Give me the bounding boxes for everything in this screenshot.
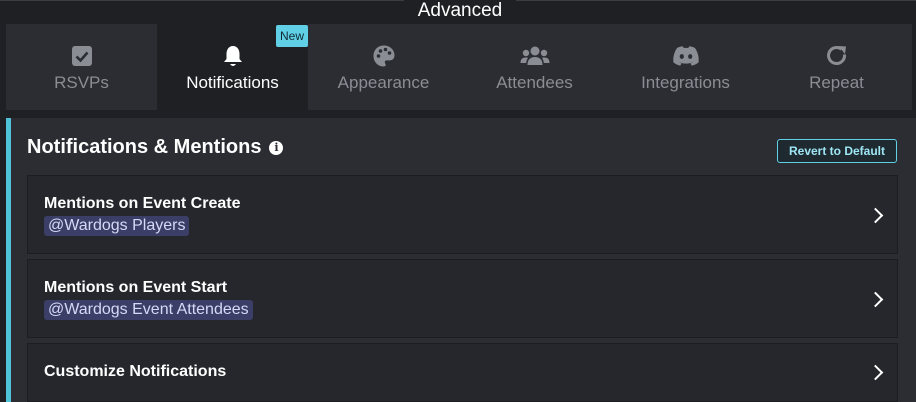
mention-pill: @Wardogs Players bbox=[44, 216, 190, 236]
discord-icon bbox=[672, 44, 700, 68]
mentions-on-event-start-row[interactable]: Mentions on Event Start @Wardogs Event A… bbox=[27, 259, 898, 338]
tab-attendees[interactable]: Attendees bbox=[459, 24, 610, 110]
tab-label: Repeat bbox=[809, 73, 864, 92]
section-title-text: Notifications & Mentions bbox=[27, 136, 262, 158]
row-title: Customize Notifications bbox=[44, 363, 227, 380]
tab-repeat[interactable]: Repeat bbox=[761, 24, 912, 110]
row-title: Mentions on Event Create bbox=[44, 195, 241, 212]
window-title: Advanced bbox=[404, 0, 516, 24]
customize-notifications-row[interactable]: Customize Notifications bbox=[27, 343, 898, 402]
mention-pill: @Wardogs Event Attendees bbox=[44, 300, 253, 320]
tab-label: RSVPs bbox=[54, 73, 109, 92]
new-badge: New bbox=[276, 25, 308, 47]
check-square-icon bbox=[71, 44, 93, 68]
settings-panel: Notifications & Mentions i Revert to Def… bbox=[6, 118, 916, 402]
section-title: Notifications & Mentions i bbox=[27, 136, 284, 159]
chevron-right-icon bbox=[867, 291, 884, 308]
chevron-right-icon bbox=[867, 364, 884, 381]
accent-bar bbox=[6, 118, 11, 402]
revert-to-default-button[interactable]: Revert to Default bbox=[777, 139, 897, 163]
repeat-icon bbox=[825, 44, 849, 68]
tab-rsvps[interactable]: RSVPs bbox=[6, 24, 157, 110]
users-icon bbox=[520, 44, 550, 68]
tab-label: Integrations bbox=[641, 73, 730, 92]
chevron-right-icon bbox=[867, 207, 884, 224]
palette-icon bbox=[372, 44, 396, 68]
tab-integrations[interactable]: Integrations bbox=[610, 24, 761, 110]
tab-label: Attendees bbox=[496, 73, 573, 92]
tab-bar: RSVPs Notifications New Appearance Atten… bbox=[6, 24, 916, 110]
info-icon[interactable]: i bbox=[269, 140, 284, 155]
tab-appearance[interactable]: Appearance bbox=[308, 24, 459, 110]
bell-icon bbox=[222, 44, 244, 68]
tab-label: Appearance bbox=[337, 73, 430, 92]
tab-label: Notifications bbox=[186, 73, 279, 92]
mentions-on-event-create-row[interactable]: Mentions on Event Create @Wardogs Player… bbox=[27, 175, 898, 254]
row-title: Mentions on Event Start bbox=[44, 279, 228, 296]
tab-notifications[interactable]: Notifications New bbox=[157, 24, 308, 110]
